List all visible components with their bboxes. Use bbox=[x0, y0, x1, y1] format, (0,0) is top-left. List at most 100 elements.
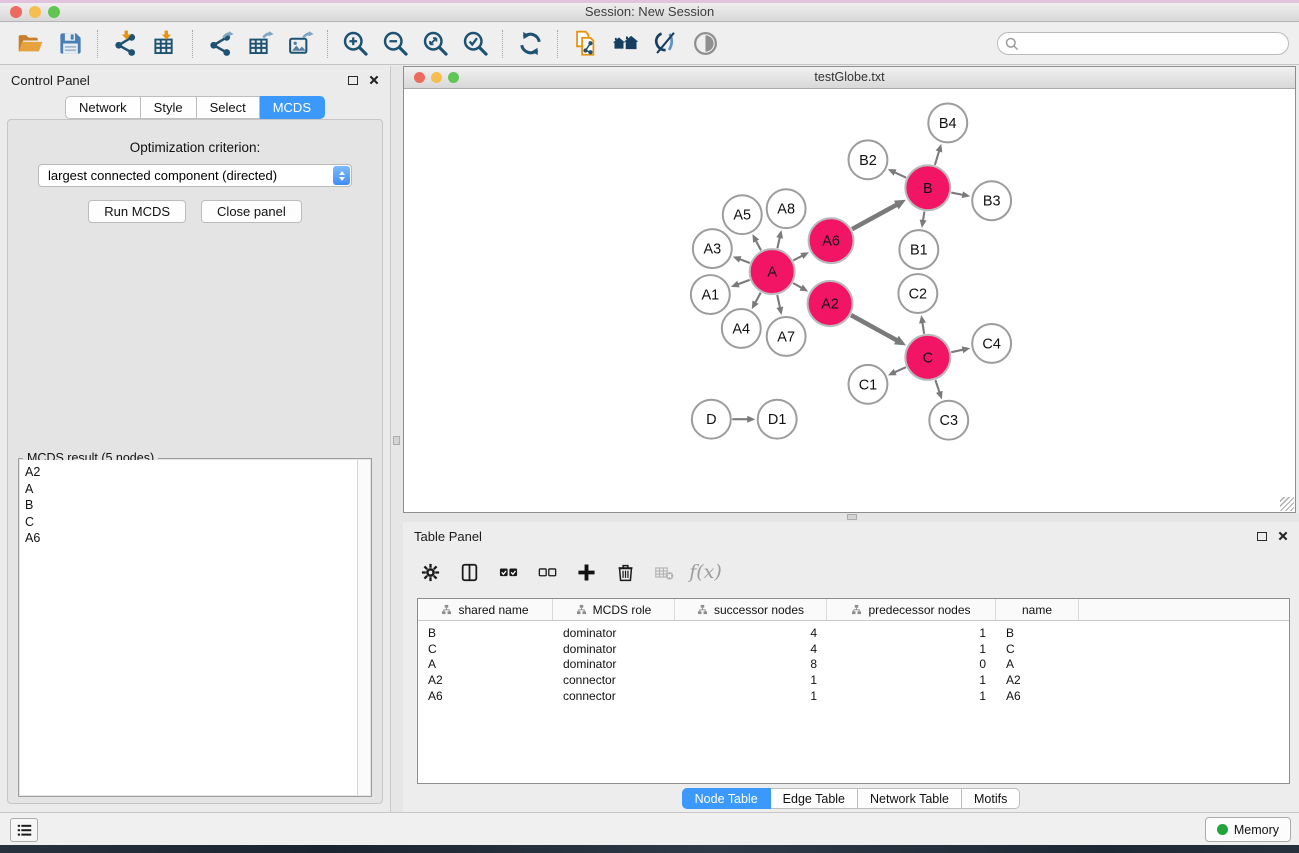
table-row[interactable]: Adominator80A bbox=[418, 657, 1289, 673]
tab-style[interactable]: Style bbox=[141, 96, 197, 119]
add-row-button[interactable] bbox=[571, 557, 602, 588]
refresh-button[interactable] bbox=[510, 26, 550, 62]
table-close-panel-icon[interactable] bbox=[1278, 531, 1288, 541]
open-file-button[interactable] bbox=[10, 26, 50, 62]
result-scrollbar[interactable] bbox=[357, 460, 370, 795]
tab-network[interactable]: Network bbox=[65, 96, 141, 119]
node-B[interactable]: B bbox=[905, 165, 950, 210]
node-A5[interactable]: A5 bbox=[723, 195, 762, 234]
criterion-select[interactable]: largest connected component (directed) bbox=[38, 164, 352, 187]
eye-button[interactable] bbox=[685, 26, 725, 62]
node-C4[interactable]: C4 bbox=[972, 324, 1011, 363]
minimize-window-button[interactable] bbox=[29, 6, 41, 18]
node-C3[interactable]: C3 bbox=[929, 401, 968, 440]
zoom-in-button[interactable] bbox=[335, 26, 375, 62]
home-button[interactable] bbox=[605, 26, 645, 62]
edge-B-B2[interactable] bbox=[895, 172, 907, 177]
table-row[interactable]: A6connector11A6 bbox=[418, 688, 1289, 704]
mcds-result-item[interactable]: A6 bbox=[25, 530, 352, 547]
edge-C-C3[interactable] bbox=[935, 380, 939, 392]
column-header-successor-nodes[interactable]: successor nodes bbox=[675, 599, 827, 620]
splitter-grip[interactable] bbox=[847, 514, 857, 520]
mcds-result-item[interactable]: A2 bbox=[25, 464, 352, 481]
node-A3[interactable]: A3 bbox=[693, 229, 732, 268]
table-tab-edge-table[interactable]: Edge Table bbox=[771, 788, 858, 809]
gear-button[interactable] bbox=[415, 557, 446, 588]
edge-A-A4[interactable] bbox=[755, 293, 760, 303]
network-close-button[interactable] bbox=[414, 72, 425, 83]
table-float-panel-icon[interactable] bbox=[1257, 532, 1267, 541]
clone-network-button[interactable] bbox=[565, 26, 605, 62]
edge-C-C4[interactable] bbox=[951, 350, 963, 353]
show-hide-graphics-button[interactable] bbox=[645, 26, 685, 62]
node-A2[interactable]: A2 bbox=[808, 281, 853, 326]
edge-A-A7[interactable] bbox=[777, 295, 780, 308]
node-B3[interactable]: B3 bbox=[972, 181, 1011, 220]
node-A7[interactable]: A7 bbox=[767, 317, 806, 356]
zoom-out-button[interactable] bbox=[375, 26, 415, 62]
network-zoom-button[interactable] bbox=[448, 72, 459, 83]
save-session-button[interactable] bbox=[50, 26, 90, 62]
tab-select[interactable]: Select bbox=[197, 96, 260, 119]
import-network-button[interactable] bbox=[105, 26, 145, 62]
edge-A-A2[interactable] bbox=[793, 283, 801, 288]
column-header-name[interactable]: name bbox=[996, 599, 1079, 620]
resize-grip-icon[interactable] bbox=[1280, 497, 1294, 511]
edge-C-C1[interactable] bbox=[895, 367, 906, 372]
run-mcds-button[interactable]: Run MCDS bbox=[88, 200, 186, 223]
mcds-result-item[interactable]: C bbox=[25, 514, 352, 531]
mcds-result-item[interactable]: B bbox=[25, 497, 352, 514]
export-image-button[interactable] bbox=[280, 26, 320, 62]
table-row[interactable]: Cdominator41C bbox=[418, 641, 1289, 657]
node-C[interactable]: C bbox=[905, 335, 950, 380]
close-panel-icon[interactable] bbox=[369, 75, 379, 85]
tab-mcds[interactable]: MCDS bbox=[260, 96, 325, 119]
close-panel-button[interactable]: Close panel bbox=[201, 200, 302, 223]
edge-A-A3[interactable] bbox=[740, 259, 750, 263]
export-table-button[interactable] bbox=[240, 26, 280, 62]
zoom-window-button[interactable] bbox=[48, 6, 60, 18]
edge-A-A6[interactable] bbox=[793, 256, 802, 261]
node-C2[interactable]: C2 bbox=[898, 274, 937, 313]
select-all-button[interactable] bbox=[493, 557, 524, 588]
node-D[interactable]: D bbox=[692, 400, 731, 439]
edge-B-B3[interactable] bbox=[951, 193, 963, 195]
node-A[interactable]: A bbox=[750, 249, 795, 294]
node-D1[interactable]: D1 bbox=[758, 400, 797, 439]
network-canvas[interactable]: B4B2BB3A5A8A6A3B1AA1C2A2A4A7C4CC1C3DD1 bbox=[404, 90, 1295, 512]
export-network-button[interactable] bbox=[200, 26, 240, 62]
node-A8[interactable]: A8 bbox=[767, 189, 806, 228]
edge-A-A8[interactable] bbox=[777, 237, 779, 248]
table-tab-node-table[interactable]: Node Table bbox=[682, 788, 771, 809]
column-header-MCDS-role[interactable]: MCDS role bbox=[553, 599, 675, 620]
node-B4[interactable]: B4 bbox=[928, 103, 967, 142]
float-panel-icon[interactable] bbox=[348, 76, 358, 85]
delete-row-button[interactable] bbox=[610, 557, 641, 588]
table-row[interactable]: Bdominator41B bbox=[418, 625, 1289, 641]
import-table-button[interactable] bbox=[145, 26, 185, 62]
task-history-button[interactable] bbox=[10, 818, 38, 842]
node-B2[interactable]: B2 bbox=[849, 140, 888, 179]
search-input[interactable] bbox=[997, 32, 1289, 55]
columns-button[interactable] bbox=[454, 557, 485, 588]
network-minimize-button[interactable] bbox=[431, 72, 442, 83]
memory-button[interactable]: Memory bbox=[1205, 817, 1291, 842]
deselect-all-button[interactable] bbox=[532, 557, 563, 588]
node-A6[interactable]: A6 bbox=[809, 218, 854, 263]
table-tab-motifs[interactable]: Motifs bbox=[962, 788, 1020, 809]
close-window-button[interactable] bbox=[10, 6, 22, 18]
zoom-fit-button[interactable] bbox=[415, 26, 455, 62]
node-B1[interactable]: B1 bbox=[899, 230, 938, 269]
edge-C-C2[interactable] bbox=[922, 323, 924, 334]
node-A1[interactable]: A1 bbox=[691, 275, 730, 314]
edge-B-B4[interactable] bbox=[935, 151, 939, 165]
edge-B-B1[interactable] bbox=[923, 212, 924, 221]
table-row[interactable]: A2connector11A2 bbox=[418, 672, 1289, 688]
mcds-result-item[interactable]: A bbox=[25, 481, 352, 498]
edge-A6-B[interactable] bbox=[852, 205, 897, 229]
column-header-predecessor-nodes[interactable]: predecessor nodes bbox=[827, 599, 996, 620]
zoom-selected-button[interactable] bbox=[455, 26, 495, 62]
divider-grip[interactable] bbox=[393, 436, 400, 445]
edge-A-A5[interactable] bbox=[756, 241, 761, 251]
node-C1[interactable]: C1 bbox=[849, 365, 888, 404]
